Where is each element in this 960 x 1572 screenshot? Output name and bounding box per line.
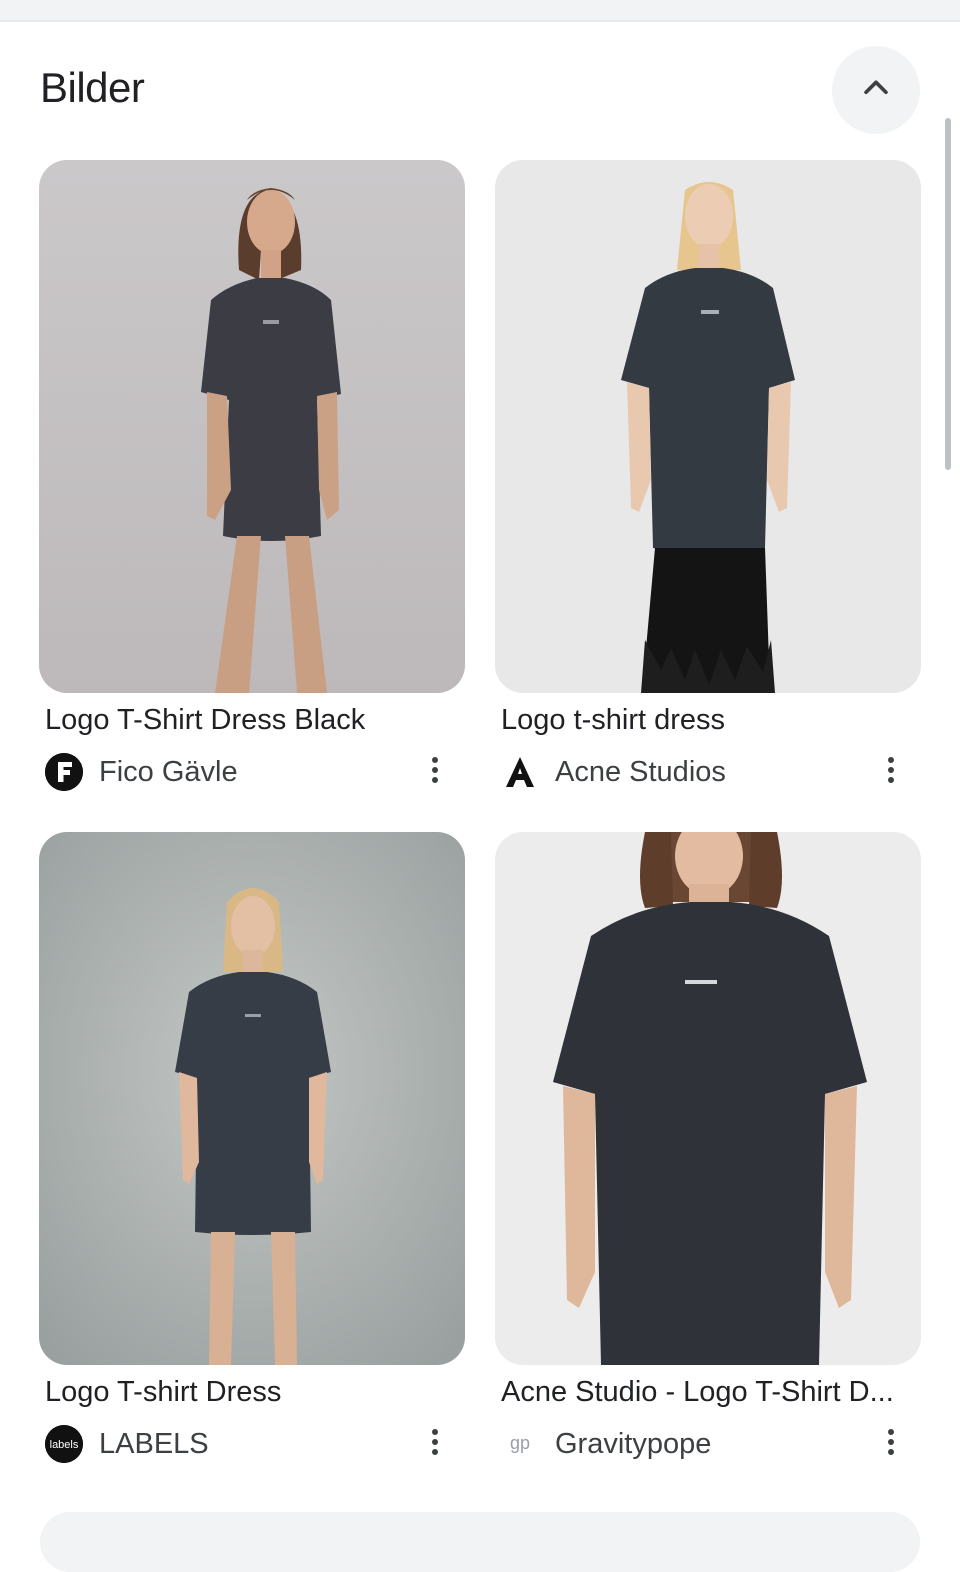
fico-favicon-icon bbox=[45, 753, 83, 791]
collapse-section-button[interactable] bbox=[832, 46, 920, 134]
source-name: Acne Studios bbox=[555, 755, 726, 788]
more-options-button[interactable] bbox=[875, 756, 907, 788]
svg-text:labels: labels bbox=[50, 1439, 79, 1451]
source-name: Fico Gävle bbox=[99, 755, 238, 788]
more-options-button[interactable] bbox=[419, 756, 451, 788]
result-title[interactable]: Acne Studio - Logo T-Shirt D... bbox=[501, 1376, 917, 1409]
result-image[interactable] bbox=[39, 160, 465, 693]
image-result-card[interactable]: Acne Studio - Logo T-Shirt D... gp Gravi… bbox=[495, 832, 921, 1463]
top-divider-strip bbox=[0, 0, 960, 22]
acne-studios-favicon-icon bbox=[501, 753, 539, 791]
section-title: Bilder bbox=[40, 64, 145, 111]
more-vertical-icon bbox=[887, 1428, 895, 1461]
more-options-button[interactable] bbox=[419, 1428, 451, 1460]
result-image[interactable] bbox=[39, 832, 465, 1365]
result-title[interactable]: Logo t-shirt dress bbox=[501, 704, 917, 737]
chevron-up-icon bbox=[859, 71, 893, 110]
svg-text:gp: gp bbox=[510, 1433, 530, 1453]
more-options-button[interactable] bbox=[875, 1428, 907, 1460]
source-name: Gravitypope bbox=[555, 1427, 712, 1460]
scrollbar[interactable] bbox=[945, 118, 951, 470]
more-vertical-icon bbox=[431, 1428, 439, 1461]
result-source[interactable]: gp Gravitypope bbox=[501, 1424, 917, 1464]
result-source[interactable]: labels LABELS bbox=[45, 1424, 461, 1464]
next-section-card[interactable] bbox=[40, 1512, 920, 1572]
result-source[interactable]: Fico Gävle bbox=[45, 752, 461, 792]
image-result-card[interactable]: Logo T-shirt Dress labels LABELS bbox=[39, 832, 465, 1463]
image-result-card[interactable]: Logo t-shirt dress Acne Studios bbox=[495, 160, 921, 791]
image-result-card[interactable]: Logo T-Shirt Dress Black Fico Gävle bbox=[39, 160, 465, 791]
result-title[interactable]: Logo T-Shirt Dress Black bbox=[45, 704, 461, 737]
more-vertical-icon bbox=[887, 756, 895, 789]
result-source[interactable]: Acne Studios bbox=[501, 752, 917, 792]
more-vertical-icon bbox=[431, 756, 439, 789]
labels-favicon-icon: labels bbox=[45, 1425, 83, 1463]
result-title[interactable]: Logo T-shirt Dress bbox=[45, 1376, 461, 1409]
result-image[interactable] bbox=[495, 832, 921, 1365]
source-name: LABELS bbox=[99, 1427, 209, 1460]
result-image[interactable] bbox=[495, 160, 921, 693]
gravitypope-favicon-icon: gp bbox=[501, 1425, 539, 1463]
